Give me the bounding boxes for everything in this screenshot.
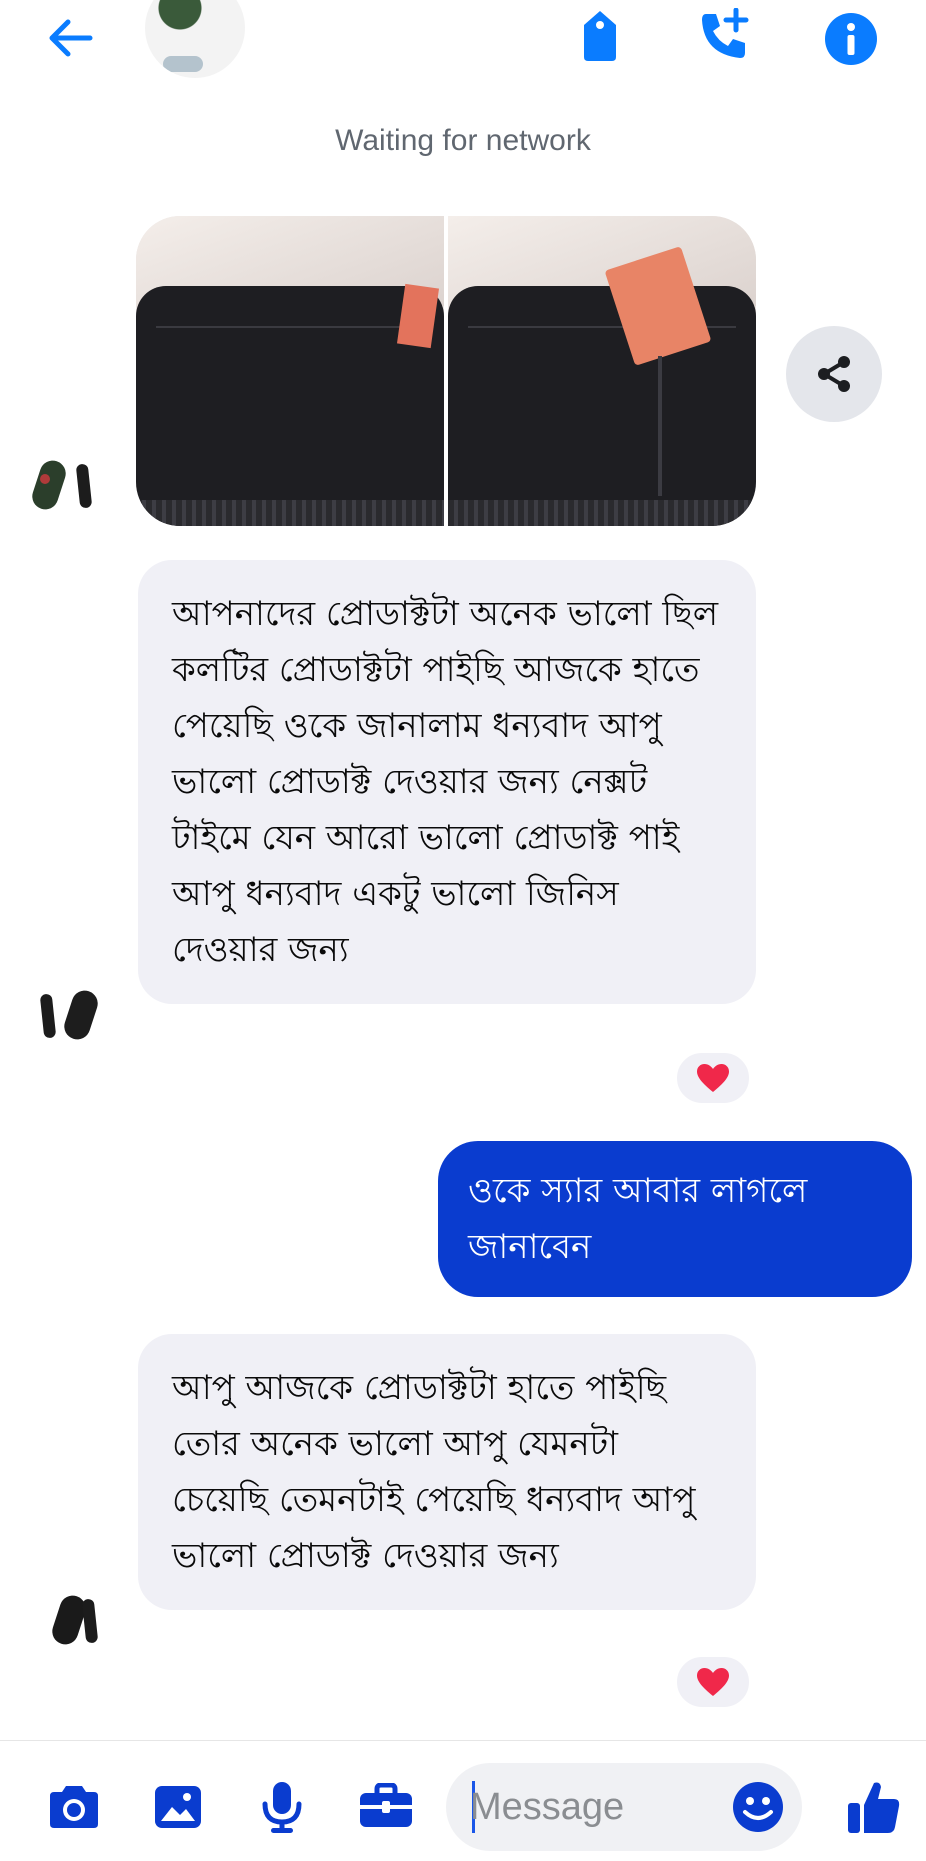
sender-avatar[interactable]: [28, 980, 106, 1058]
heart-icon: [697, 1064, 729, 1092]
share-icon: [818, 356, 850, 392]
reaction-heart[interactable]: [674, 1654, 752, 1710]
thumbs-up-icon[interactable]: [842, 1775, 906, 1839]
message-composer: [0, 1740, 926, 1861]
outgoing-message[interactable]: ওকে স্যার আবার লাগলে জানাবেন: [438, 1141, 912, 1297]
emoji-icon[interactable]: [728, 1777, 788, 1837]
network-status: Waiting for network: [335, 124, 591, 157]
heart-icon: [697, 1668, 729, 1696]
message-text: ওকে স্যার আবার লাগলে জানাবেন: [468, 1171, 808, 1267]
share-button[interactable]: [786, 326, 882, 422]
back-arrow-icon[interactable]: [40, 8, 100, 68]
add-call-icon[interactable]: [692, 4, 756, 68]
microphone-icon[interactable]: [250, 1775, 314, 1839]
info-icon[interactable]: [816, 4, 886, 74]
incoming-message[interactable]: আপু আজকে প্রোডাক্টটা হাতে পাইছি তোর অনেক…: [138, 1334, 756, 1610]
sender-avatar[interactable]: [28, 1585, 106, 1663]
message-text: আপু আজকে প্রোডাক্টটা হাতে পাইছি তোর অনেক…: [172, 1368, 696, 1576]
incoming-message[interactable]: আপনাদের প্রোডাক্টটা অনেক ভালো ছিল কলটির …: [138, 560, 756, 1004]
reaction-heart[interactable]: [674, 1050, 752, 1106]
contact-name-redacted[interactable]: [262, 16, 382, 52]
shared-photos[interactable]: [136, 216, 756, 526]
message-input-field[interactable]: [446, 1763, 802, 1851]
product-photo-2[interactable]: [448, 216, 756, 526]
label-tag-icon[interactable]: [568, 4, 632, 68]
briefcase-icon[interactable]: [354, 1775, 418, 1839]
contact-avatar[interactable]: [145, 0, 245, 78]
message-text: আপনাদের প্রোডাক্টটা অনেক ভালো ছিল কলটির …: [172, 594, 719, 970]
camera-icon[interactable]: [42, 1775, 106, 1839]
gallery-icon[interactable]: [146, 1775, 210, 1839]
product-photo-1[interactable]: [136, 216, 444, 526]
conversation-header: [0, 0, 926, 80]
sender-avatar[interactable]: [28, 450, 106, 528]
message-input[interactable]: [470, 1775, 720, 1839]
